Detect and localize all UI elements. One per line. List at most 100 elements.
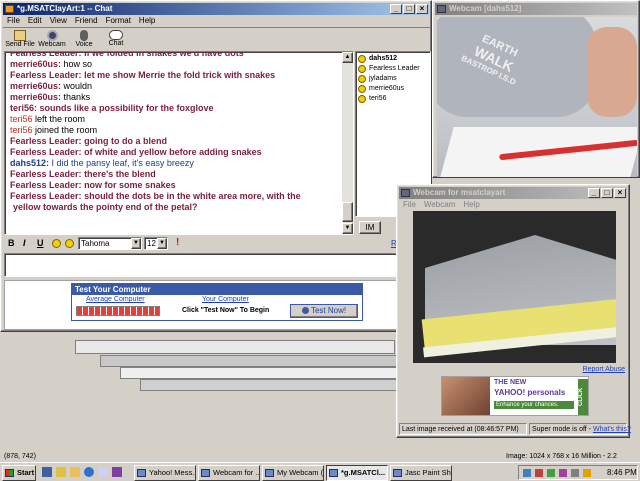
desktop-icon[interactable] bbox=[42, 467, 52, 477]
user-list-item[interactable]: Fearless Leader bbox=[358, 64, 428, 74]
alert-icon[interactable]: ! bbox=[176, 237, 179, 248]
background-window-stack bbox=[40, 335, 400, 395]
im-button[interactable]: IM bbox=[359, 221, 381, 234]
menu-help[interactable]: Help bbox=[135, 15, 159, 26]
scroll-down-icon[interactable]: ▼ bbox=[342, 223, 353, 234]
ie-icon[interactable] bbox=[84, 467, 94, 477]
message-nick[interactable]: merrie60us: bbox=[10, 92, 61, 102]
user-list-item[interactable]: teri56 bbox=[358, 94, 428, 104]
message-nick[interactable]: Fearless Leader: bbox=[10, 136, 82, 146]
minimize-icon[interactable]: _ bbox=[588, 188, 600, 198]
user-name: merrie60us bbox=[369, 85, 405, 92]
message-nick[interactable]: Fearless Leader: bbox=[10, 70, 82, 80]
message-nick[interactable]: Fearless Leader: bbox=[10, 147, 82, 157]
smiley-icon[interactable] bbox=[65, 239, 74, 248]
user-smiley-icon bbox=[358, 95, 366, 103]
webcam-msat-titlebar[interactable]: Webcam for msatclayart _ □ × bbox=[399, 187, 627, 199]
message-nick[interactable]: Fearless Leader: bbox=[10, 169, 82, 179]
send-file-button[interactable]: Send File bbox=[5, 29, 35, 51]
taskbar-button[interactable]: Jasc Paint Sh... bbox=[390, 465, 452, 481]
hand-shape bbox=[587, 27, 637, 117]
webcam-dahs-titlebar[interactable]: Webcam [dahs512] bbox=[435, 3, 637, 15]
yahoo-app-icon bbox=[5, 5, 14, 13]
message-nick[interactable]: Fearless Leader: bbox=[10, 180, 82, 190]
minimize-icon[interactable]: _ bbox=[390, 4, 402, 14]
chat-message: dahs512: I did the pansy leaf, it's easy… bbox=[10, 158, 353, 169]
user-smiley-icon bbox=[358, 55, 366, 63]
chevron-down-icon: ▼ bbox=[131, 238, 141, 249]
message-text: wouldn bbox=[63, 81, 93, 91]
font-size-select[interactable]: 12 ▼ bbox=[144, 237, 168, 250]
test-now-button[interactable]: Test Now! bbox=[290, 304, 358, 318]
message-nick[interactable]: Fearless Leader: bbox=[10, 52, 82, 58]
message-nick[interactable]: teri56 bbox=[10, 114, 33, 124]
clock[interactable]: 8:46 PM bbox=[607, 467, 637, 478]
tray-icon[interactable] bbox=[571, 469, 579, 477]
ad-brand: YAHOO! personals bbox=[494, 388, 566, 397]
message-nick[interactable]: merrie60us: bbox=[10, 59, 61, 69]
message-nick[interactable]: teri56: bbox=[10, 103, 37, 113]
yahoo-personals-ad[interactable]: THE NEW YAHOO! personals Enhance your ch… bbox=[441, 376, 589, 416]
maximize-icon[interactable]: □ bbox=[403, 4, 415, 14]
message-nick[interactable]: merrie60us: bbox=[10, 81, 61, 91]
chat-window-title: *g.MSATClayArt:1 -- Chat bbox=[17, 4, 113, 13]
webcam-app-icon bbox=[437, 5, 446, 13]
webcam-msat-window: Webcam for msatclayart _ □ × File Webcam… bbox=[396, 184, 631, 438]
menu-file[interactable]: File bbox=[3, 15, 24, 26]
chat-button[interactable]: Chat bbox=[101, 29, 131, 51]
ad-line2: Enhance your chances. bbox=[494, 401, 574, 409]
message-text: I did the pansy leaf, it's easy breezy bbox=[51, 158, 194, 168]
scroll-thumb[interactable] bbox=[342, 202, 353, 222]
webcam-msat-title: Webcam for msatclayart bbox=[413, 188, 506, 197]
taskbar-button[interactable]: My Webcam (... bbox=[262, 465, 324, 481]
outlook-icon[interactable] bbox=[56, 467, 66, 477]
message-text: going to do a blend bbox=[84, 136, 168, 146]
menu-edit[interactable]: Edit bbox=[24, 15, 46, 26]
close-icon[interactable]: × bbox=[416, 4, 428, 14]
chat-scrollbar[interactable]: ▲ ▼ bbox=[342, 52, 353, 234]
tray-icon[interactable] bbox=[523, 469, 531, 477]
underline-button[interactable]: U bbox=[37, 238, 44, 248]
tray-icon[interactable] bbox=[547, 469, 555, 477]
bold-button[interactable]: B bbox=[8, 238, 15, 248]
whats-this-link[interactable]: What's this? bbox=[593, 426, 631, 433]
taskbar-button[interactable]: *g.MSATCl... bbox=[326, 465, 388, 481]
tray-icon[interactable] bbox=[535, 469, 543, 477]
user-list-item[interactable]: merrie60us bbox=[358, 84, 428, 94]
ad-click-text: Click "Test Now" To Begin bbox=[182, 307, 270, 314]
chat-message: Fearless Leader: if we folded in snakes … bbox=[10, 52, 353, 59]
webcam-button[interactable]: Webcam bbox=[37, 29, 67, 51]
start-button[interactable]: Start bbox=[2, 465, 36, 481]
webcam-menu-webcam[interactable]: Webcam bbox=[420, 199, 459, 210]
message-nick[interactable]: dahs512: bbox=[10, 158, 49, 168]
tray-icon[interactable] bbox=[583, 469, 591, 477]
report-abuse-link[interactable]: Report Abuse bbox=[583, 366, 625, 373]
webcam-menu-help[interactable]: Help bbox=[459, 199, 483, 210]
tray-icon[interactable] bbox=[559, 469, 567, 477]
chat-messages-pane[interactable]: Fearless Leader: if we folded in snakes … bbox=[4, 51, 354, 235]
close-icon[interactable]: × bbox=[614, 188, 626, 198]
voice-button[interactable]: Voice bbox=[69, 29, 99, 51]
message-input[interactable] bbox=[4, 253, 429, 277]
emoticon-icon[interactable] bbox=[52, 239, 61, 248]
task-app-icon bbox=[137, 469, 146, 477]
message-nick[interactable]: Fearless Leader: bbox=[10, 191, 82, 201]
test-computer-ad[interactable]: Test Your Computer Average Computer Your… bbox=[71, 283, 363, 321]
menu-format[interactable]: Format bbox=[102, 15, 135, 26]
font-select[interactable]: Tahoma ▼ bbox=[78, 237, 142, 250]
menu-view[interactable]: View bbox=[46, 15, 71, 26]
menu-friend[interactable]: Friend bbox=[71, 15, 102, 26]
scroll-up-icon[interactable]: ▲ bbox=[342, 52, 353, 63]
email-icon[interactable] bbox=[98, 467, 108, 477]
message-nick[interactable]: teri56 bbox=[10, 125, 33, 135]
maximize-icon[interactable]: □ bbox=[601, 188, 613, 198]
chat-titlebar[interactable]: *g.MSATClayArt:1 -- Chat _ □ × bbox=[3, 3, 429, 15]
user-list-item[interactable]: jyladams bbox=[358, 74, 428, 84]
italic-button[interactable]: I bbox=[23, 238, 26, 248]
webcam-menu-file[interactable]: File bbox=[399, 199, 420, 210]
taskbar-button[interactable]: Webcam for ... bbox=[198, 465, 260, 481]
taskbar-button[interactable]: Yahoo! Mess... bbox=[134, 465, 196, 481]
user-list-item[interactable]: dahs512 bbox=[358, 54, 428, 64]
folder-icon[interactable] bbox=[70, 467, 80, 477]
yahoo-icon[interactable] bbox=[112, 467, 122, 477]
